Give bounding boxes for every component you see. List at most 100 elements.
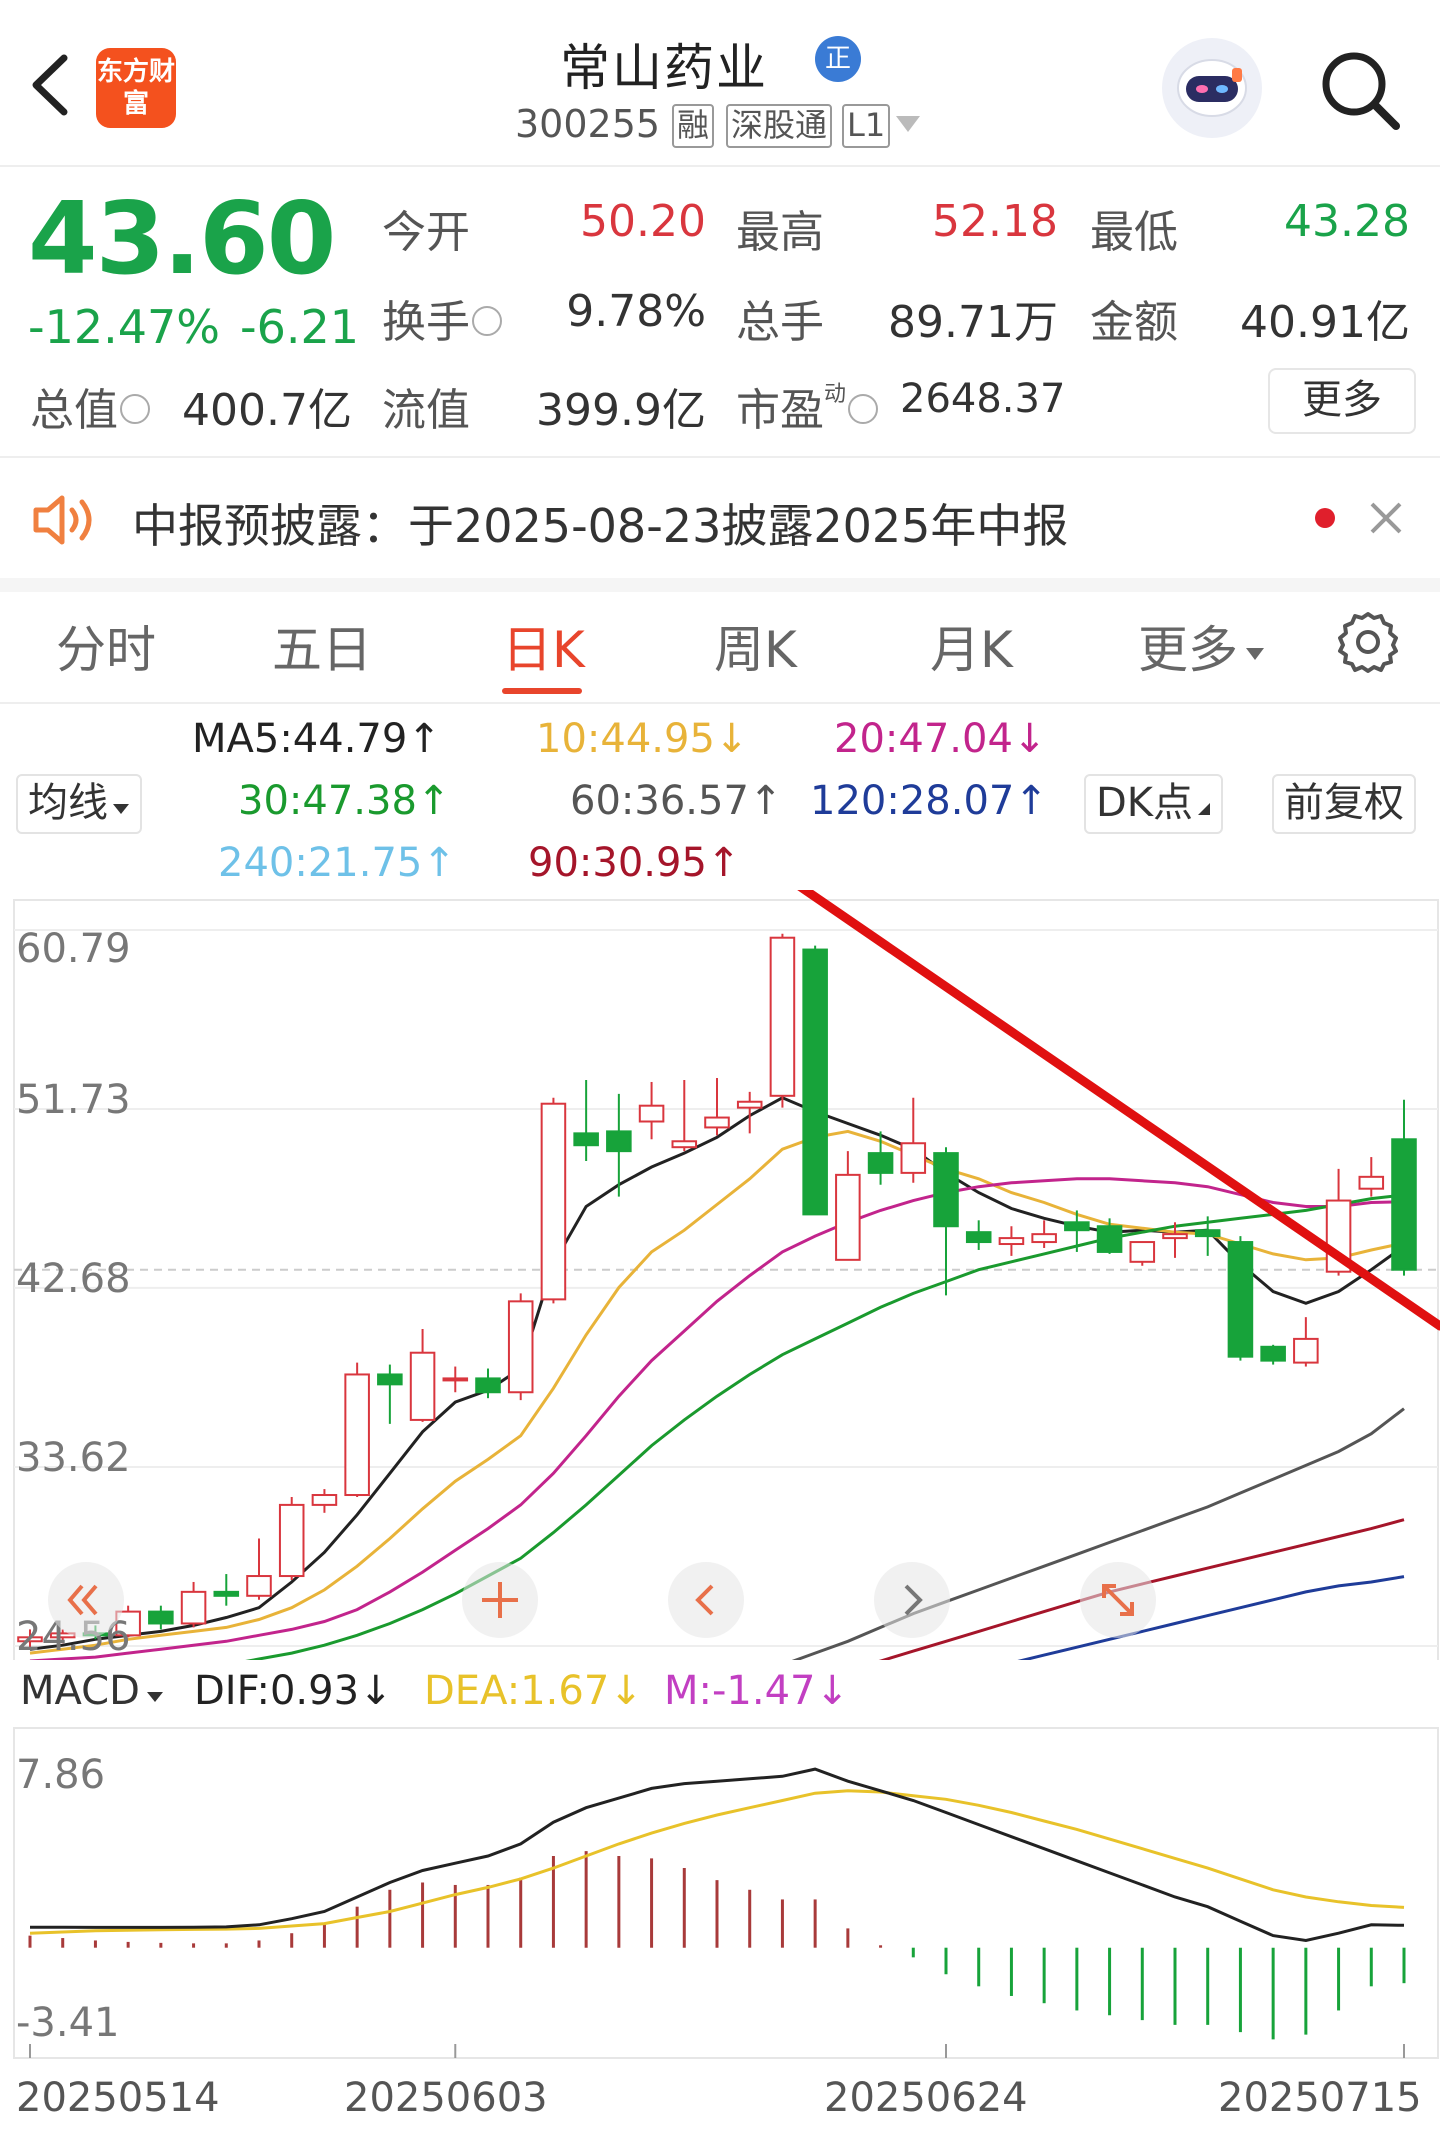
candle-body: [1260, 1345, 1286, 1362]
candlestick-chart[interactable]: 60.7951.7342.6833.6224.56: [0, 890, 1440, 1660]
tab-five-day[interactable]: 五日: [272, 610, 372, 682]
close-icon[interactable]: [1368, 500, 1404, 540]
candle-body: [409, 1351, 436, 1421]
x-tick-label: 20250514: [16, 2075, 220, 2121]
tab-more-label: 更多: [1138, 621, 1238, 679]
more-fields-button[interactable]: 更多: [1268, 368, 1416, 434]
candle-body: [278, 1503, 305, 1578]
candle: [1293, 1317, 1319, 1367]
info-icon[interactable]: [848, 394, 879, 424]
turnover-value: 9.78%: [566, 286, 706, 337]
candle-body: [933, 1152, 959, 1228]
y-tick-label: 60.79: [16, 926, 131, 972]
fullscreen-button[interactable]: [1080, 1562, 1156, 1638]
low-value: 43.28: [1284, 196, 1410, 247]
indicator-selector[interactable]: MACD: [14, 1664, 170, 1720]
ma-line-120: [1017, 1575, 1405, 1660]
candle-body: [1293, 1337, 1319, 1364]
macd-chart[interactable]: 7.86 -3.41: [0, 1726, 1440, 2066]
candle: [965, 1220, 992, 1250]
app-logo[interactable]: 东方财富: [96, 48, 176, 128]
tag-level: L1: [842, 104, 891, 148]
total-cap-label-text: 总值: [30, 385, 118, 436]
candle-body: [900, 1142, 927, 1174]
scroll-right-button[interactable]: [874, 1562, 950, 1638]
ma-selector-label: 均线: [28, 780, 108, 826]
candle-body: [573, 1132, 599, 1147]
candle-body: [246, 1575, 272, 1597]
ma-selector[interactable]: 均线: [16, 774, 142, 834]
candle: [311, 1489, 338, 1513]
candle-body: [540, 1102, 567, 1301]
dk-point-label: DK点: [1096, 780, 1194, 826]
turnover-label-text: 换手: [382, 297, 470, 348]
section-gap: [0, 578, 1440, 592]
rewind-button[interactable]: [48, 1562, 124, 1638]
candle: [638, 1081, 665, 1140]
float-cap-value: 399.9亿: [536, 385, 706, 436]
open-label: 今开: [382, 207, 470, 258]
assistant-avatar-icon[interactable]: [1162, 38, 1262, 138]
candle-body: [1129, 1241, 1156, 1263]
candle-body: [769, 936, 796, 1097]
candle-body: [802, 948, 828, 1216]
candle: [1096, 1218, 1123, 1254]
tab-weekly-k[interactable]: 周K: [714, 610, 797, 682]
candle-body: [148, 1610, 174, 1625]
candle-body: [507, 1300, 534, 1394]
change-amount: -6.21: [240, 300, 360, 354]
tab-monthly-k[interactable]: 月K: [930, 610, 1013, 682]
ma-legend-30: 30:47.38↑: [238, 778, 451, 824]
indicator-selector-label: MACD: [20, 1668, 140, 1714]
candle: [998, 1226, 1025, 1256]
candle-body: [1064, 1221, 1090, 1232]
candle-body: [1227, 1241, 1254, 1358]
ma-legend-120: 120:28.07↑: [810, 778, 1048, 824]
candle: [148, 1605, 174, 1630]
y-tick-label: 51.73: [16, 1077, 131, 1123]
candle: [442, 1366, 469, 1393]
candle-body: [475, 1377, 501, 1394]
search-icon[interactable]: [1318, 48, 1402, 136]
candle-body: [213, 1590, 240, 1597]
notice-text[interactable]: 中报预披露：于2025-08-23披露2025年中报: [132, 490, 1068, 556]
tab-daily-k[interactable]: 日K: [502, 610, 585, 682]
pe-label: 市盈动: [736, 374, 879, 438]
candle: [213, 1574, 240, 1606]
volume-label: 总手: [736, 297, 824, 348]
last-price: 43.60: [28, 180, 336, 297]
candle: [507, 1293, 534, 1401]
ma-legend-90: 90:30.95↑: [528, 840, 741, 886]
info-icon[interactable]: [120, 394, 150, 424]
settings-gear-icon[interactable]: [1336, 610, 1400, 678]
candle-body: [344, 1373, 370, 1497]
candle-body: [965, 1231, 992, 1244]
pe-value: 2648.37: [900, 376, 1066, 422]
candle-body: [1031, 1233, 1057, 1244]
candle: [246, 1538, 272, 1600]
tab-more[interactable]: 更多: [1138, 610, 1266, 682]
price-adjust-button[interactable]: 前复权: [1272, 774, 1416, 834]
high-label: 最高: [736, 207, 824, 258]
candle-body: [606, 1130, 632, 1153]
candle: [1129, 1241, 1156, 1266]
macd-dea-legend: DEA:1.67↓: [424, 1668, 643, 1714]
candle-body: [1162, 1233, 1188, 1240]
candle-body: [1096, 1225, 1123, 1253]
y-tick-label: 42.68: [16, 1256, 131, 1302]
scroll-left-button[interactable]: [668, 1562, 744, 1638]
ma-legend-20: 20:47.04↓: [834, 716, 1047, 762]
candle-body: [835, 1173, 861, 1261]
candle: [1391, 1099, 1417, 1276]
info-icon[interactable]: [472, 306, 502, 336]
tab-intraday[interactable]: 分时: [56, 610, 156, 682]
chevron-down-icon[interactable]: [894, 114, 922, 138]
candle: [1227, 1236, 1254, 1361]
volume-value: 89.71万: [888, 297, 1058, 348]
dk-point-button[interactable]: DK点: [1084, 774, 1224, 834]
candle: [180, 1581, 207, 1628]
back-button[interactable]: [26, 50, 76, 120]
zoom-in-button[interactable]: [462, 1562, 538, 1638]
y-tick-label: 33.62: [16, 1435, 131, 1481]
stock-code: 300255: [515, 102, 661, 146]
